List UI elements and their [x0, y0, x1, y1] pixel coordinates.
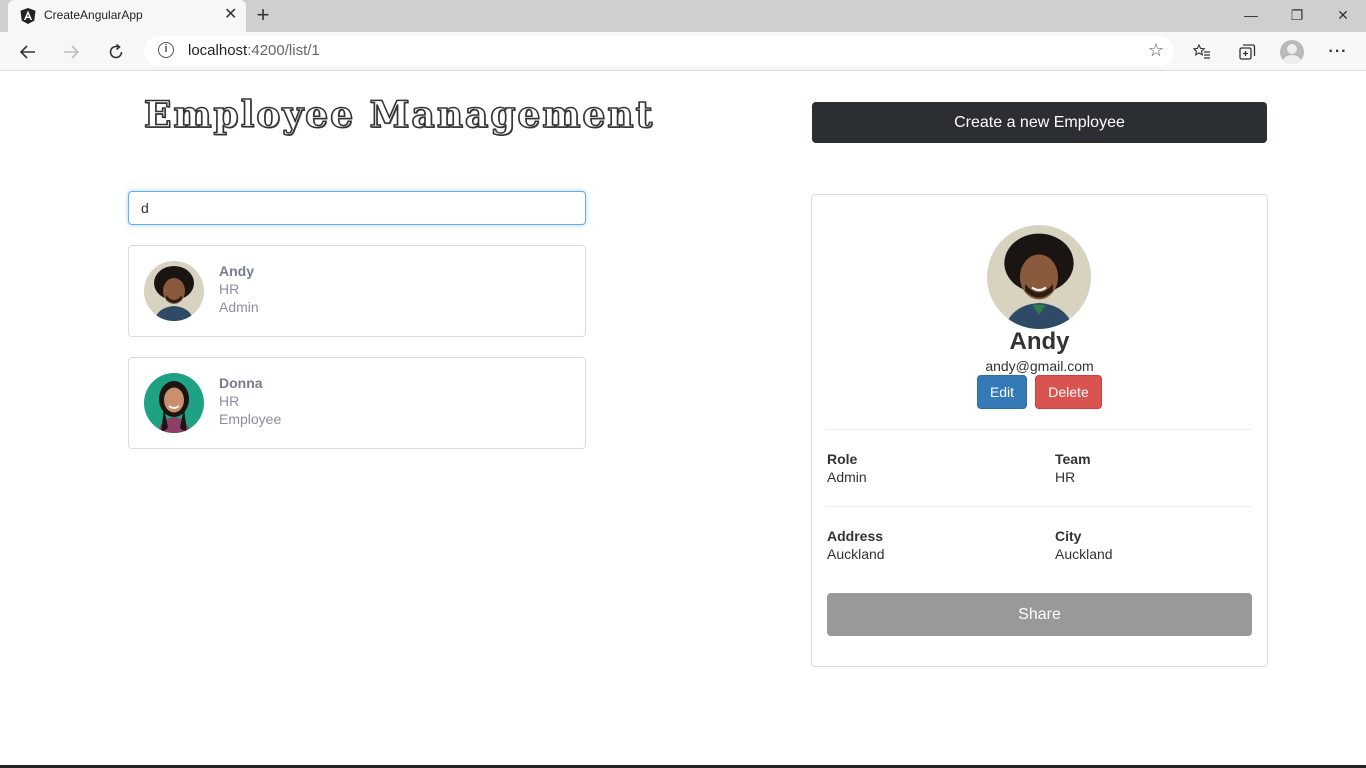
window-close-icon[interactable]: ✕: [1320, 4, 1366, 26]
address-bar[interactable]: i localhost:4200/list/1 ☆: [144, 36, 1174, 66]
employee-role: Employee: [219, 411, 282, 427]
detail-email: andy@gmail.com: [985, 358, 1094, 374]
divider: [827, 506, 1252, 507]
address-value: Auckland: [827, 546, 885, 562]
employee-detail-panel: Andy andy@gmail.com Edit Delete Role Adm…: [811, 194, 1268, 667]
more-options-icon[interactable]: ···: [1324, 38, 1352, 66]
employee-card[interactable]: Donna HR Employee: [128, 357, 586, 449]
edit-button[interactable]: Edit: [977, 375, 1027, 409]
browser-tab-strip: CreateAngularApp ✕ + — ❐ ✕: [0, 0, 1366, 32]
divider: [827, 429, 1252, 430]
forward-icon[interactable]: [57, 38, 85, 66]
new-tab-icon[interactable]: +: [252, 4, 274, 26]
url-text: localhost:4200/list/1: [188, 42, 320, 59]
city-label: City: [1055, 528, 1082, 544]
reload-icon[interactable]: [102, 38, 130, 66]
role-label: Role: [827, 451, 858, 467]
site-info-icon[interactable]: i: [158, 42, 174, 58]
minimize-icon[interactable]: —: [1228, 4, 1274, 26]
role-value: Admin: [827, 469, 867, 485]
avatar: [144, 261, 204, 321]
tab-title: CreateAngularApp: [44, 8, 143, 22]
collections-icon[interactable]: [1233, 38, 1261, 66]
employee-name: Andy: [219, 263, 254, 279]
profile-avatar-icon[interactable]: [1280, 40, 1304, 64]
tab-close-icon[interactable]: ✕: [224, 7, 237, 23]
city-value: Auckland: [1055, 546, 1113, 562]
employee-name: Donna: [219, 375, 263, 391]
team-value: HR: [1055, 469, 1076, 485]
angular-favicon-icon: [20, 8, 36, 24]
team-label: Team: [1055, 451, 1091, 467]
restore-icon[interactable]: ❐: [1274, 4, 1320, 26]
employee-team: HR: [219, 393, 240, 409]
detail-name: Andy: [1009, 328, 1070, 355]
search-input[interactable]: [128, 191, 586, 225]
page-title: Employee Management: [143, 93, 655, 137]
url-host: localhost: [188, 42, 248, 59]
back-icon[interactable]: [14, 38, 42, 66]
detail-avatar: [987, 225, 1091, 329]
employee-team: HR: [219, 281, 240, 297]
browser-tab[interactable]: CreateAngularApp ✕: [8, 0, 246, 32]
favorites-icon[interactable]: [1188, 38, 1216, 66]
avatar: [144, 373, 204, 433]
create-employee-button[interactable]: Create a new Employee: [812, 102, 1267, 143]
favorite-star-icon[interactable]: ☆: [1148, 40, 1164, 61]
url-path: :4200/list/1: [247, 42, 320, 59]
employee-card[interactable]: Andy HR Admin: [128, 245, 586, 337]
delete-button[interactable]: Delete: [1035, 375, 1102, 409]
address-label: Address: [827, 528, 884, 544]
browser-toolbar: i localhost:4200/list/1 ☆ ···: [0, 32, 1366, 71]
share-button[interactable]: Share: [827, 593, 1252, 636]
employee-role: Admin: [219, 299, 259, 315]
